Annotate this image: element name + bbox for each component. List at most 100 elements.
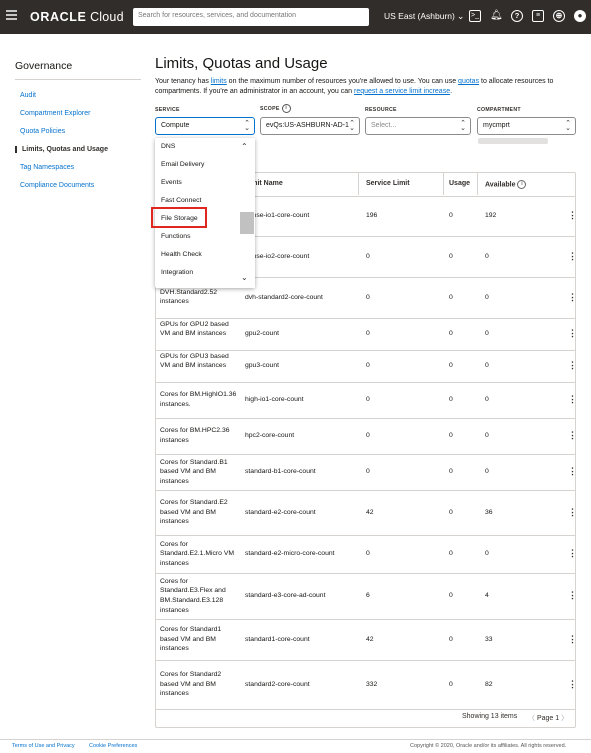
row-actions-icon[interactable]: ⋮ bbox=[568, 548, 577, 559]
service-limit-value: 0 bbox=[366, 468, 370, 475]
service-limit-value: 42 bbox=[366, 635, 374, 643]
region-selector[interactable]: US East (Ashburn) ⌄ bbox=[384, 11, 464, 22]
row-actions-icon[interactable]: ⋮ bbox=[568, 251, 577, 262]
scroll-up-icon[interactable]: ⌃ bbox=[241, 142, 248, 151]
dropdown-option[interactable]: DNS bbox=[161, 143, 175, 150]
dropdown-option[interactable]: Fast Connect bbox=[161, 197, 201, 204]
sidebar-item-audit[interactable]: Audit bbox=[20, 92, 36, 99]
cookie-preferences-link[interactable]: Cookie Preferences bbox=[89, 743, 137, 749]
compartment-select[interactable]: mycmprt ⌃ ⌄ bbox=[477, 117, 576, 135]
info-icon[interactable]: i bbox=[517, 180, 527, 189]
dropdown-option[interactable]: Health Check bbox=[161, 251, 202, 258]
scrollbar-thumb[interactable] bbox=[240, 212, 254, 234]
sidebar-item-tag-namespaces[interactable]: Tag Namespaces bbox=[20, 164, 74, 171]
quotas-link[interactable]: quotas bbox=[458, 78, 479, 85]
next-page-icon[interactable]: 〉 bbox=[559, 715, 568, 722]
usage-value: 0 bbox=[449, 252, 453, 260]
row-actions-icon[interactable]: ⋮ bbox=[568, 394, 577, 405]
available-value: 0 bbox=[485, 432, 489, 439]
updown-chevron-icon: ⌃ ⌄ bbox=[460, 120, 466, 132]
page-description: Your tenancy has limits on the maximum n… bbox=[155, 78, 554, 95]
prev-page-icon[interactable]: 〈 bbox=[528, 715, 537, 722]
footer-divider bbox=[0, 739, 591, 740]
usage-value: 0 bbox=[449, 550, 453, 557]
available-value: 0 bbox=[485, 550, 489, 557]
usage-value: 0 bbox=[449, 330, 453, 337]
dropdown-option[interactable]: Functions bbox=[161, 233, 190, 240]
pagination: 〈 Page 1 〉 bbox=[528, 713, 568, 723]
dropdown-option[interactable]: Email Delivery bbox=[161, 161, 204, 168]
row-actions-icon[interactable]: ⋮ bbox=[568, 507, 577, 518]
sidebar-item-compartment-explorer[interactable]: Compartment Explorer bbox=[20, 110, 90, 117]
limit-description: GPUs for GPU3 based VM and BM instances bbox=[160, 352, 229, 370]
top-bar: ORACLE Cloud Search for resources, servi… bbox=[0, 0, 591, 34]
limit-name: standard-e3-core-ad-count bbox=[245, 592, 326, 599]
row-actions-icon[interactable]: ⋮ bbox=[568, 292, 577, 303]
bell-icon[interactable]: 🔔︎ bbox=[490, 10, 503, 22]
chat-icon[interactable]: ≡ bbox=[532, 10, 544, 22]
compartment-path-redacted bbox=[478, 138, 548, 144]
row-divider bbox=[156, 454, 575, 455]
file-storage-highlight-box bbox=[151, 207, 207, 228]
terms-link[interactable]: Terms of Use and Privacy bbox=[12, 743, 75, 749]
limit-description: Cores for Standard2 based VM and BM inst… bbox=[160, 671, 222, 698]
row-divider bbox=[156, 418, 575, 419]
sidebar-item-quota-policies[interactable]: Quota Policies bbox=[20, 128, 65, 135]
available-value: 4 bbox=[485, 592, 489, 599]
row-actions-icon[interactable]: ⋮ bbox=[568, 360, 577, 371]
available-value: 0 bbox=[485, 362, 489, 369]
limit-name: dvh-standard2-core-count bbox=[245, 293, 323, 301]
scroll-down-icon[interactable]: ⌄ bbox=[241, 273, 248, 282]
oracle-cloud-logo[interactable]: ORACLE Cloud bbox=[30, 10, 124, 24]
row-divider bbox=[156, 535, 575, 536]
info-icon[interactable]: i bbox=[281, 104, 291, 113]
limit-name: gpu2-count bbox=[245, 330, 280, 337]
global-search-input[interactable]: Search for resources, services, and docu… bbox=[133, 8, 369, 26]
row-actions-icon[interactable]: ⋮ bbox=[568, 679, 577, 690]
limits-link[interactable]: limits bbox=[211, 78, 227, 85]
column-divider bbox=[358, 173, 359, 195]
available-value: 192 bbox=[485, 212, 497, 219]
row-actions-icon[interactable]: ⋮ bbox=[568, 328, 577, 339]
row-divider bbox=[156, 573, 575, 574]
col-header-service-limit[interactable]: Service Limit bbox=[366, 172, 410, 196]
limit-description: Cores for BM.HighIO1.36 instances. bbox=[160, 391, 237, 408]
limit-name: standard-e2-micro-core-count bbox=[245, 550, 335, 557]
service-limit-value: 0 bbox=[366, 432, 370, 439]
resource-select[interactable]: Select... ⌃ ⌄ bbox=[365, 117, 471, 135]
cloud-shell-icon[interactable]: >_ bbox=[469, 10, 481, 22]
service-limit-value: 196 bbox=[366, 212, 378, 219]
service-limit-value: 0 bbox=[366, 396, 370, 403]
sidebar-item-compliance-documents[interactable]: Compliance Documents bbox=[20, 182, 94, 189]
dropdown-option[interactable]: Integration bbox=[161, 269, 193, 276]
row-actions-icon[interactable]: ⋮ bbox=[568, 590, 577, 601]
available-value: 33 bbox=[485, 635, 493, 643]
limit-name: standard2-core-count bbox=[245, 680, 310, 688]
globe-icon[interactable]: ⊕ bbox=[553, 10, 565, 22]
usage-value: 0 bbox=[449, 362, 453, 369]
service-select[interactable]: Compute ⌃ ⌄ bbox=[155, 117, 255, 135]
row-actions-icon[interactable]: ⋮ bbox=[568, 430, 577, 441]
scope-select[interactable]: evQs:US-ASHBURN-AD-1 ⌃ ⌄ bbox=[260, 117, 360, 135]
chevron-down-icon: ⌄ bbox=[456, 11, 465, 21]
resource-label: RESOURCE bbox=[365, 107, 397, 113]
profile-icon[interactable]: ● bbox=[574, 10, 586, 22]
request-limit-increase-link[interactable]: request a service limit increase bbox=[354, 88, 450, 95]
row-actions-icon[interactable]: ⋮ bbox=[568, 210, 577, 221]
help-icon[interactable]: ? bbox=[511, 10, 523, 22]
menu-icon[interactable] bbox=[6, 10, 17, 20]
col-header-available[interactable]: Available i bbox=[485, 172, 527, 196]
sidebar-item-limits-quotas-usage[interactable]: Limits, Quotas and Usage bbox=[15, 146, 108, 153]
col-header-usage[interactable]: Usage bbox=[449, 172, 470, 196]
row-divider bbox=[156, 382, 575, 383]
available-value: 0 bbox=[485, 330, 489, 337]
usage-value: 0 bbox=[449, 680, 453, 688]
row-divider bbox=[156, 660, 575, 661]
service-limit-value: 0 bbox=[366, 330, 370, 337]
limit-description: Cores for Standard.E2 based VM and BM in… bbox=[160, 499, 228, 526]
row-actions-icon[interactable]: ⋮ bbox=[568, 634, 577, 645]
row-actions-icon[interactable]: ⋮ bbox=[568, 466, 577, 477]
limit-description: DVH.Standard2.52 instances bbox=[160, 288, 218, 306]
dropdown-option[interactable]: Events bbox=[161, 179, 182, 186]
limit-description: Cores for BM.HPC2.36 instances bbox=[160, 427, 230, 444]
